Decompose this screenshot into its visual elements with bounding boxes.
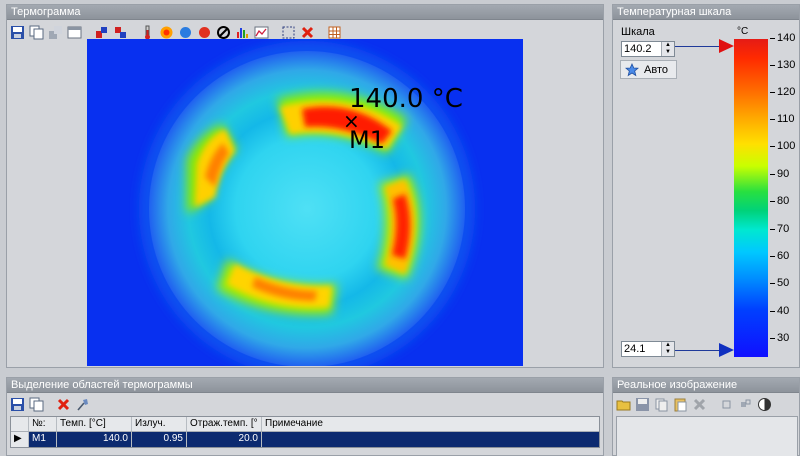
thermogram-panel: Термограмма × 140.0 °C M1 bbox=[6, 4, 604, 368]
scale-min-value[interactable]: 24.1 bbox=[622, 342, 661, 356]
scale-tick: 40 bbox=[770, 305, 789, 317]
column-header[interactable]: Примечание bbox=[262, 417, 599, 431]
real-image-title: Реальное изображение bbox=[613, 378, 799, 393]
save-icon[interactable] bbox=[9, 24, 26, 41]
select-area-icon[interactable] bbox=[280, 24, 297, 41]
max-pointer-handle[interactable] bbox=[719, 39, 734, 53]
cell-emissivity[interactable]: 0.95 bbox=[132, 432, 187, 447]
scale-unit: °C bbox=[737, 26, 749, 37]
export-icon[interactable] bbox=[47, 24, 64, 41]
scale-tick: 130 bbox=[770, 59, 795, 71]
table-header: №: Темп. [°C] Излуч. Отраж.темп. [° Прим… bbox=[11, 417, 599, 432]
grid-icon[interactable] bbox=[326, 24, 343, 41]
profile-icon[interactable] bbox=[253, 24, 270, 41]
scale-tick: 80 bbox=[770, 195, 789, 207]
delete-icon[interactable] bbox=[299, 24, 316, 41]
spin-up-icon[interactable]: ▲ bbox=[662, 342, 674, 349]
real-image-panel: Реальное изображение bbox=[612, 377, 800, 456]
auto-button[interactable]: Авто bbox=[620, 60, 677, 79]
column-header[interactable]: №: bbox=[29, 417, 57, 431]
delete-icon[interactable] bbox=[691, 396, 708, 413]
cold-spot-icon[interactable] bbox=[177, 24, 194, 41]
copy-icon[interactable] bbox=[653, 396, 670, 413]
color-scale-bar bbox=[734, 39, 768, 357]
star-icon bbox=[625, 62, 639, 76]
scale-tick: 60 bbox=[770, 250, 789, 262]
no-marker-icon[interactable] bbox=[215, 24, 232, 41]
hot-spot-icon[interactable] bbox=[158, 24, 175, 41]
spin-down-icon[interactable]: ▼ bbox=[662, 349, 674, 356]
regions-table[interactable]: №: Темп. [°C] Излуч. Отраж.темп. [° Прим… bbox=[10, 416, 600, 448]
regions-toolbar bbox=[9, 394, 91, 414]
column-header[interactable] bbox=[11, 417, 29, 431]
rotate-left-icon[interactable] bbox=[93, 24, 110, 41]
histogram-icon[interactable] bbox=[234, 24, 251, 41]
scale-tick: 70 bbox=[770, 223, 789, 235]
zoom-icon[interactable] bbox=[718, 396, 735, 413]
save-icon[interactable] bbox=[634, 396, 651, 413]
thermogram-title: Термограмма bbox=[7, 5, 603, 20]
max-pointer-line bbox=[675, 46, 725, 47]
scale-tick: 50 bbox=[770, 277, 789, 289]
column-header[interactable]: Излуч. bbox=[132, 417, 187, 431]
thermogram-image[interactable]: × 140.0 °C M1 bbox=[87, 39, 523, 366]
save-icon[interactable] bbox=[9, 396, 26, 413]
real-image-toolbar bbox=[615, 394, 773, 414]
real-image-view[interactable] bbox=[616, 416, 798, 456]
copy-icon[interactable] bbox=[28, 396, 45, 413]
marker-temperature-label: 140.0 °C bbox=[349, 84, 463, 114]
column-header[interactable]: Темп. [°C] bbox=[57, 417, 132, 431]
auto-button-label: Авто bbox=[644, 63, 668, 76]
regions-title: Выделение областей термограммы bbox=[7, 378, 603, 393]
column-header[interactable]: Отраж.темп. [° bbox=[187, 417, 262, 431]
marker-name-label: M1 bbox=[349, 126, 385, 154]
scale-tick: 110 bbox=[770, 113, 795, 125]
scale-tick: 100 bbox=[770, 140, 795, 152]
cell-reflected-temp[interactable]: 20.0 bbox=[187, 432, 262, 447]
open-icon[interactable] bbox=[615, 396, 632, 413]
cell-temperature[interactable]: 140.0 bbox=[57, 432, 132, 447]
rotate-right-icon[interactable] bbox=[112, 24, 129, 41]
min-pointer-handle[interactable] bbox=[719, 343, 734, 357]
contrast-icon[interactable] bbox=[756, 396, 773, 413]
regions-panel: Выделение областей термограммы №: Темп. … bbox=[6, 377, 604, 456]
window-icon[interactable] bbox=[66, 24, 83, 41]
scale-tick: 30 bbox=[770, 332, 789, 344]
scale-title: Температурная шкала bbox=[613, 5, 799, 20]
copy-icon[interactable] bbox=[28, 24, 45, 41]
thermometer-icon[interactable] bbox=[139, 24, 156, 41]
table-row[interactable]: ▶ M1 140.0 0.95 20.0 bbox=[11, 432, 599, 447]
pin-icon[interactable] bbox=[74, 396, 91, 413]
delete-icon[interactable] bbox=[55, 396, 72, 413]
scale-max-value[interactable]: 140.2 bbox=[622, 42, 661, 56]
scale-max-spinner[interactable]: 140.2 ▲ ▼ bbox=[621, 41, 675, 57]
scale-min-spinner[interactable]: 24.1 ▲ ▼ bbox=[621, 341, 675, 357]
spin-down-icon[interactable]: ▼ bbox=[662, 49, 674, 56]
scale-tick: 90 bbox=[770, 168, 789, 180]
cell-id[interactable]: M1 bbox=[29, 432, 57, 447]
red-spot-icon[interactable] bbox=[196, 24, 213, 41]
fit-icon[interactable] bbox=[737, 396, 754, 413]
spin-up-icon[interactable]: ▲ bbox=[662, 42, 674, 49]
paste-icon[interactable] bbox=[672, 396, 689, 413]
min-pointer-line bbox=[675, 350, 725, 351]
row-indicator-icon: ▶ bbox=[11, 432, 29, 447]
scale-tick: 120 bbox=[770, 86, 795, 98]
scale-label: Шкала bbox=[621, 26, 655, 38]
temperature-scale-panel: Температурная шкала Шкала 140.2 ▲ ▼ Авто … bbox=[612, 4, 800, 368]
scale-tick: 140 bbox=[770, 32, 795, 44]
cell-note[interactable] bbox=[262, 432, 599, 447]
